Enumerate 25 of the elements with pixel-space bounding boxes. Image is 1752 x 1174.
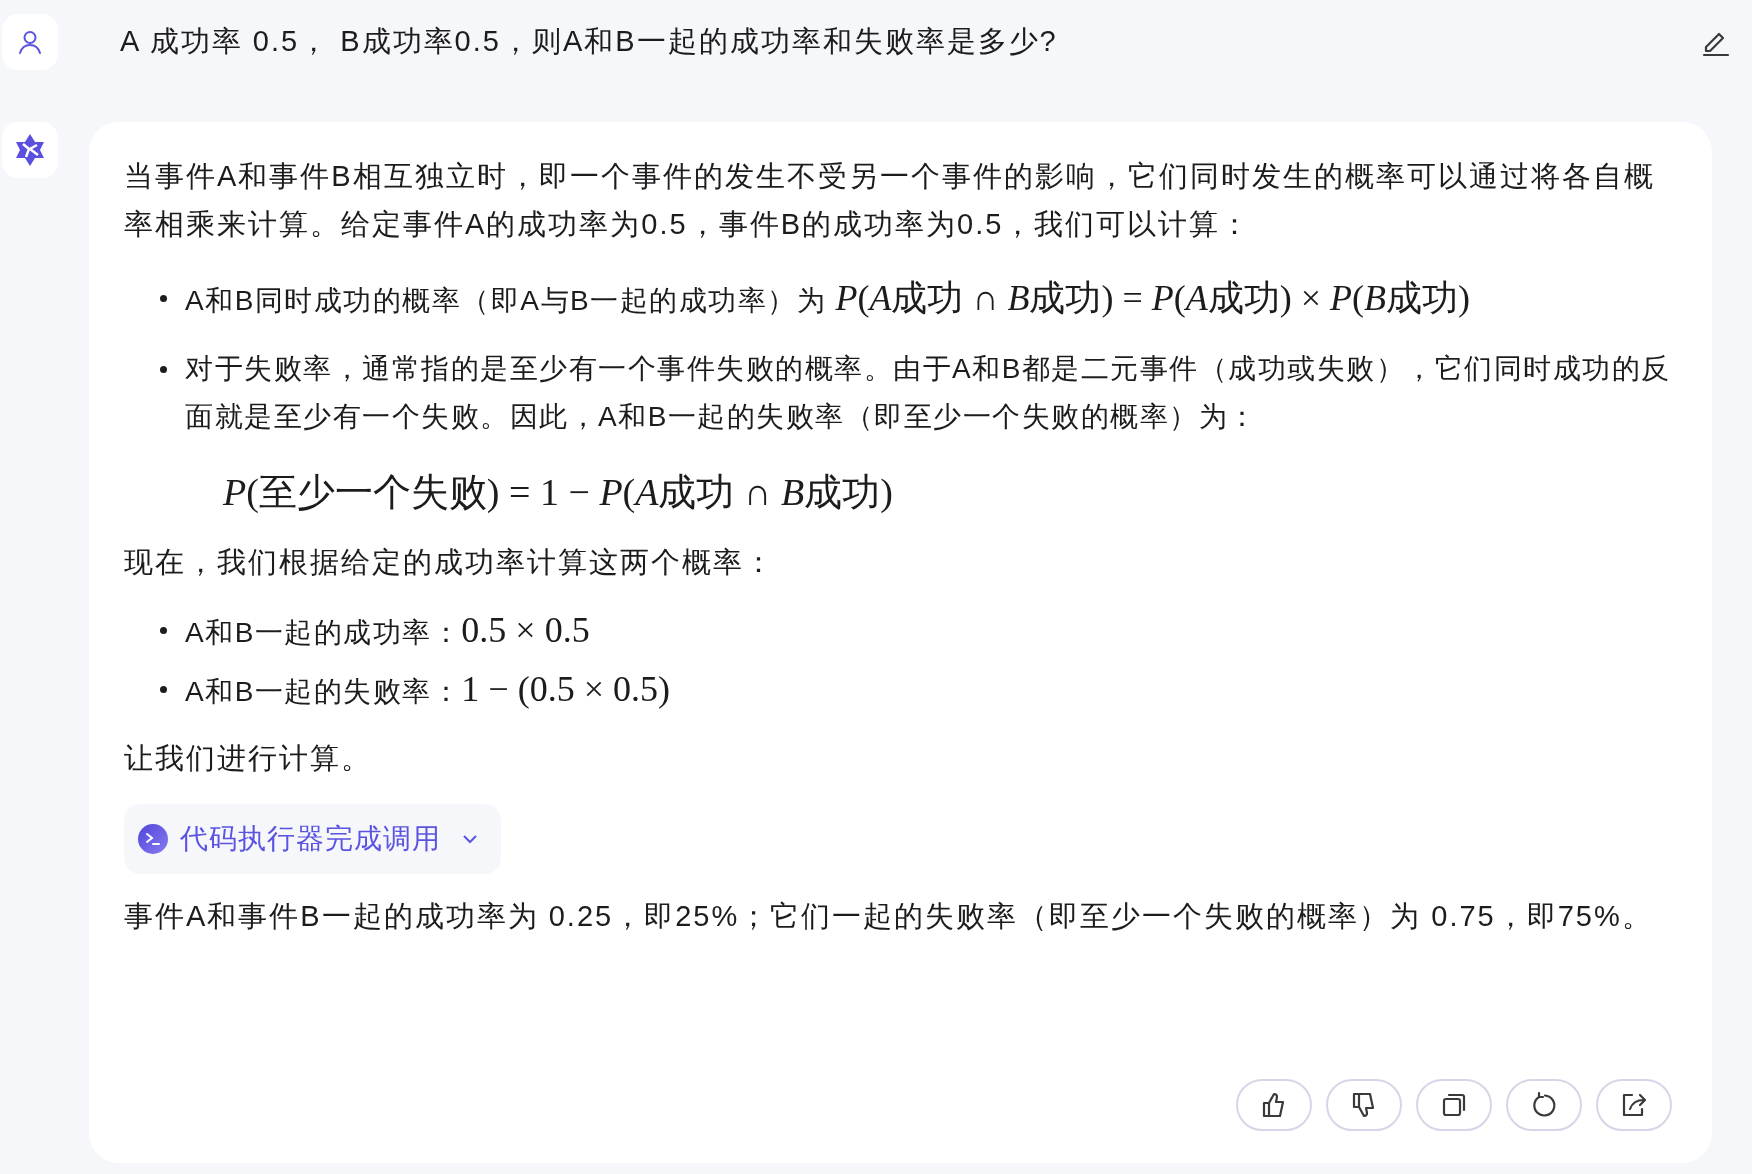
- paragraph: 当事件A和事件B相互独立时，即一个事件的发生不受另一个事件的影响，它们同时发生的概率可以通过将各自概率相乘来计算。给定事件A的成功率为0.5，事件B的成功率为0.5，我们可以计算：: [124, 159, 1656, 242]
- copy-icon: [1440, 1091, 1468, 1119]
- list-item-text: 对于失败率，通常指的是至少有一个事件失败的概率。由于A和B都是二元事件（成功或失败），它们同时成功的反面就是至少有一个失败。因此，A和B一起的失败率（即至少一个失败的概率）为：: [185, 352, 1672, 434]
- share-button[interactable]: [1596, 1079, 1672, 1131]
- copy-button[interactable]: [1416, 1079, 1492, 1131]
- bullet-icon: [160, 627, 167, 634]
- share-icon: [1620, 1091, 1648, 1119]
- list-item-text: A和B一起的失败率：1 − (0.5 × 0.5): [185, 668, 670, 711]
- list-item-text: A和B一起的成功率：0.5 × 0.5: [185, 609, 590, 652]
- question-text: A 成功率 0.5， B成功率0.5，则A和B一起的成功率和失败率是多少?: [120, 24, 1059, 59]
- dislike-button[interactable]: [1326, 1079, 1402, 1131]
- paragraph: 现在，我们根据给定的成功率计算这两个概率：: [124, 545, 776, 580]
- paragraph: 事件A和事件B一起的成功率为 0.25，即25%；它们一起的失败率（即至少一个失败的概率）为 0.75，即75%。: [124, 899, 1654, 934]
- bullet-icon: [160, 686, 167, 693]
- terminal-icon: [138, 824, 168, 854]
- tool-call-chip[interactable]: 代码执行器完成调用: [124, 804, 501, 874]
- list-item-text: A和B同时成功的概率（即A与B一起的成功率）为 P(A成功 ∩ B成功) = P(A成功) × P(B成功): [185, 277, 1471, 320]
- math-formula: P(至少一个失败) = 1 − P(A成功 ∩ B成功): [222, 470, 894, 515]
- paragraph: 让我们进行计算。: [124, 741, 373, 776]
- regenerate-button[interactable]: [1506, 1079, 1582, 1131]
- refresh-icon: [1530, 1091, 1558, 1119]
- like-button[interactable]: [1236, 1079, 1312, 1131]
- user-icon: [17, 29, 43, 55]
- bullet-icon: [160, 295, 167, 302]
- bullet-icon: [160, 366, 167, 373]
